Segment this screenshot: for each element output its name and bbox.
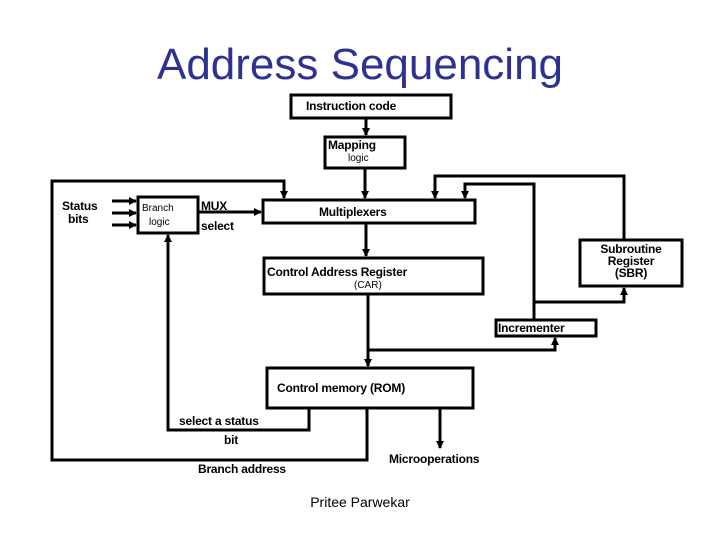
wire-incrementer-to-sbr (534, 287, 628, 304)
status-label: Status (62, 199, 98, 213)
mux-select-label: select (201, 219, 234, 233)
car-label: Control Address Register (267, 265, 408, 279)
branch-address-label: Branch address (198, 462, 286, 476)
wire-car-to-incrementer (368, 337, 559, 352)
sbr-label: Subroutine Register (SBR) (581, 243, 681, 279)
mapping-logic-label: logic (348, 153, 369, 164)
sbr-line3: (SBR) (614, 266, 648, 280)
car-abbr-label: (CAR) (354, 280, 382, 291)
bits-label: bits (68, 212, 89, 226)
branch-label: Branch (142, 203, 174, 214)
multiplexers-label: Multiplexers (319, 205, 387, 219)
mapping-label: Mapping (328, 138, 376, 152)
author-footer: Pritee Parwekar (310, 494, 410, 510)
incrementer-label: Incrementer (498, 321, 565, 335)
control-memory-label: Control memory (ROM) (277, 381, 406, 395)
select-status-bit-label: bit (224, 433, 239, 447)
microoperations-label: Microoperations (389, 452, 480, 466)
instruction-code-label: Instruction code (306, 99, 397, 113)
branch-logic-label: logic (149, 217, 170, 228)
select-status-label: select a status (179, 414, 259, 428)
mux-label: MUX (201, 199, 228, 213)
